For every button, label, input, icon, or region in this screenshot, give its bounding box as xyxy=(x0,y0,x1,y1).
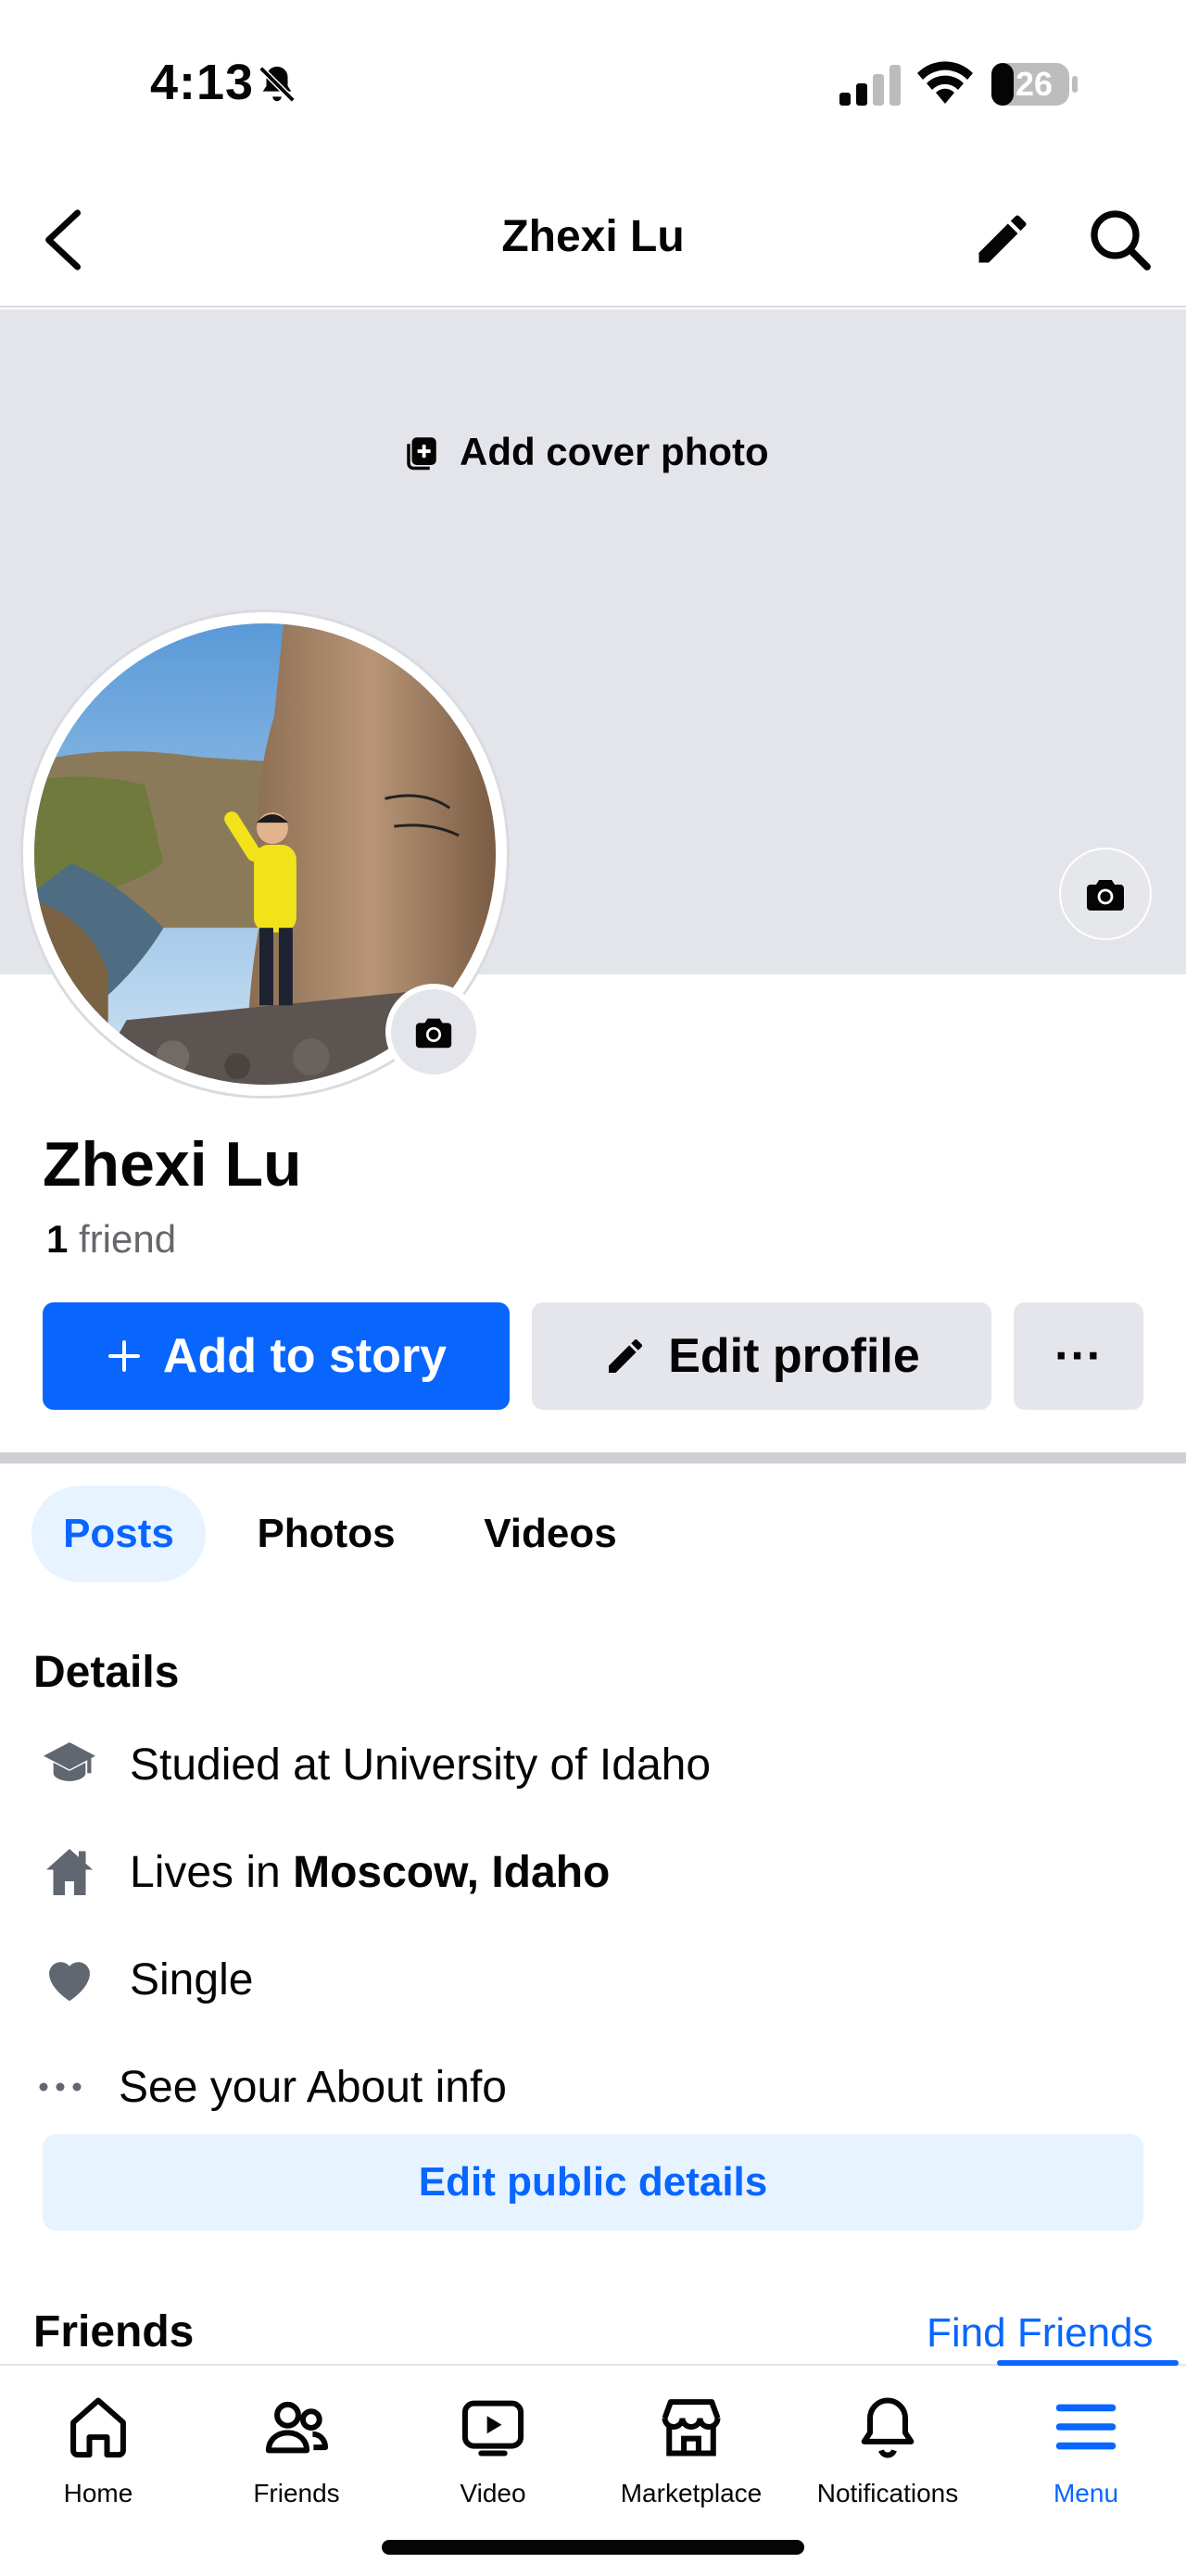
top-nav-bar: Zhexi Lu xyxy=(0,167,1186,308)
nav-video-label: Video xyxy=(460,2479,526,2507)
menu-icon xyxy=(1055,2404,1117,2450)
see-about-info-label: See your About info xyxy=(119,2062,507,2112)
battery-level: 26 xyxy=(1015,65,1054,103)
video-icon xyxy=(461,2400,524,2457)
tab-posts[interactable]: Posts xyxy=(32,1486,206,1582)
wifi-icon xyxy=(917,61,973,104)
heart-icon xyxy=(49,1962,90,2002)
friends-heading: Friends xyxy=(33,2307,195,2356)
pencil-icon xyxy=(609,1338,643,1373)
relationship-text: Single xyxy=(130,1954,254,2004)
pencil-icon[interactable] xyxy=(971,207,1034,270)
location-place[interactable]: Moscow, Idaho xyxy=(293,1847,610,1898)
friend-count-number: 1 xyxy=(46,1217,69,1261)
status-time: 4:13 xyxy=(150,55,255,110)
add-to-story-label: Add to story xyxy=(162,1329,448,1383)
location-prefix: Lives in xyxy=(130,1847,294,1897)
more-options-button[interactable]: ··· xyxy=(1014,1302,1143,1410)
back-icon[interactable] xyxy=(37,207,93,272)
education-text: Studied at University of Idaho xyxy=(130,1740,712,1790)
bell-off-icon xyxy=(259,66,296,103)
detail-education: Studied at University of Idaho xyxy=(37,1732,711,1797)
signal-icon xyxy=(839,65,901,106)
ellipsis-icon xyxy=(39,2082,82,2092)
nav-friends-label: Friends xyxy=(253,2479,340,2507)
friend-count-word: friend xyxy=(79,1217,177,1261)
tab-photos[interactable]: Photos xyxy=(235,1486,417,1582)
more-options-icon: ··· xyxy=(1054,1329,1103,1383)
camera-icon xyxy=(1087,880,1124,911)
nav-home[interactable]: Home xyxy=(6,2392,191,2508)
detail-relationship: Single xyxy=(37,1947,253,2012)
status-bar: 4:13 26 xyxy=(0,0,1186,167)
friend-count[interactable]: 1 friend xyxy=(46,1217,176,1262)
marketplace-icon xyxy=(662,2399,721,2457)
nav-friends[interactable]: Friends xyxy=(204,2392,389,2508)
add-cover-photo-button[interactable]: Add cover photo xyxy=(402,430,769,474)
add-cover-photo-label: Add cover photo xyxy=(460,430,769,473)
profile-name: Zhexi Lu xyxy=(43,1129,302,1200)
plus-icon xyxy=(107,1340,140,1372)
details-heading: Details xyxy=(33,1648,180,1697)
cover-camera-button[interactable] xyxy=(1056,845,1154,943)
find-friends-link[interactable]: Find Friends xyxy=(927,2310,1154,2356)
search-icon[interactable] xyxy=(1086,206,1153,272)
edit-public-details-button[interactable]: Edit public details xyxy=(43,2134,1143,2230)
add-photo-icon xyxy=(407,437,436,471)
nav-menu[interactable]: Menu xyxy=(993,2392,1179,2508)
home-icon xyxy=(70,2397,126,2458)
nav-home-label: Home xyxy=(63,2479,133,2507)
edit-profile-button[interactable]: Edit profile xyxy=(532,1302,991,1410)
avatar-camera-button[interactable] xyxy=(385,984,482,1080)
see-about-info[interactable]: See your About info xyxy=(33,2055,507,2119)
nav-marketplace-label: Marketplace xyxy=(620,2479,763,2507)
header-title: Zhexi Lu xyxy=(501,212,685,261)
camera-icon xyxy=(415,1018,452,1049)
house-icon xyxy=(46,1849,93,1895)
tab-videos[interactable]: Videos xyxy=(458,1486,643,1582)
nav-menu-label: Menu xyxy=(1053,2479,1119,2507)
graduation-cap-icon xyxy=(44,1742,95,1781)
bell-icon xyxy=(861,2397,915,2458)
nav-video[interactable]: Video xyxy=(400,2392,586,2508)
nav-notifications-label: Notifications xyxy=(816,2479,959,2507)
home-indicator xyxy=(382,2540,804,2555)
section-divider xyxy=(0,1452,1186,1464)
nav-notifications[interactable]: Notifications xyxy=(795,2392,980,2508)
add-to-story-button[interactable]: Add to story xyxy=(43,1302,510,1410)
nav-marketplace[interactable]: Marketplace xyxy=(599,2392,784,2508)
detail-location: Lives in Moscow, Idaho xyxy=(37,1840,610,1904)
active-tab-indicator xyxy=(997,2360,1179,2366)
friends-icon xyxy=(265,2401,329,2454)
edit-profile-label: Edit profile xyxy=(668,1329,920,1383)
